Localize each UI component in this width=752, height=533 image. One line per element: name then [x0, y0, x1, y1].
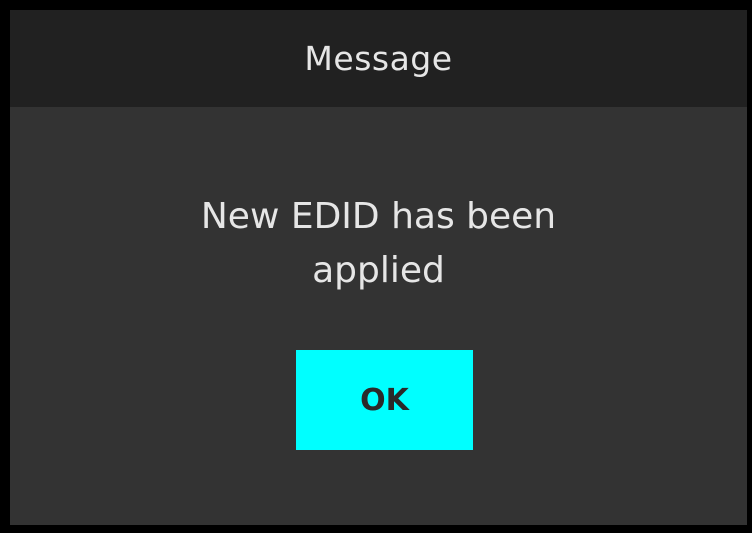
message-dialog: Message New EDID has been applied OK — [10, 10, 747, 525]
dialog-message: New EDID has been applied — [200, 196, 557, 291]
ok-button-label: OK — [360, 382, 409, 418]
dialog-titlebar: Message — [10, 10, 747, 107]
dialog-title: Message — [304, 39, 453, 78]
ok-button[interactable]: OK — [296, 350, 473, 450]
